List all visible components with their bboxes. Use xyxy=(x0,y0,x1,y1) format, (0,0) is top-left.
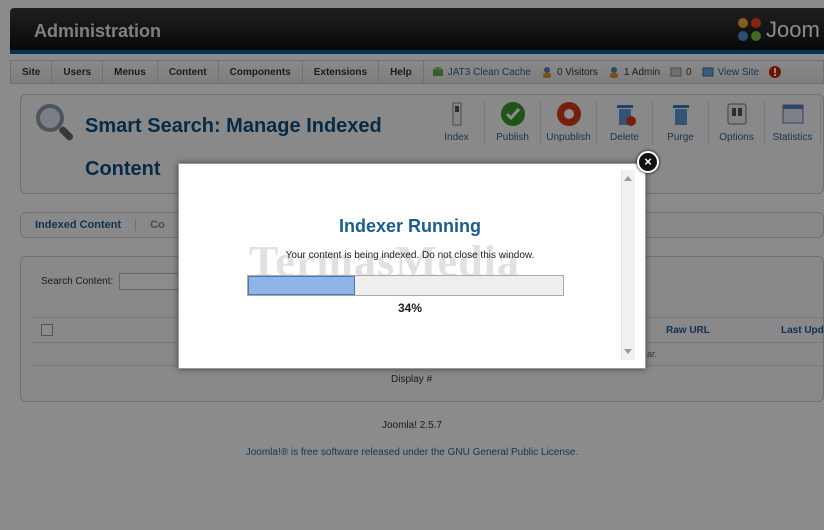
indexer-message: Your content is being indexed. Do not cl… xyxy=(285,250,535,261)
indexer-progress-bar xyxy=(247,275,564,296)
scroll-up-icon[interactable] xyxy=(624,176,632,181)
modal-scrollbar[interactable] xyxy=(621,170,635,360)
close-icon[interactable]: × xyxy=(637,151,659,173)
indexer-modal: TermasMedia Indexer Running Your content… xyxy=(178,163,646,369)
scroll-down-icon[interactable] xyxy=(624,349,632,354)
progress-fill xyxy=(248,276,356,295)
indexer-title: Indexer Running xyxy=(338,216,481,236)
progress-percent: 34% xyxy=(397,301,423,315)
